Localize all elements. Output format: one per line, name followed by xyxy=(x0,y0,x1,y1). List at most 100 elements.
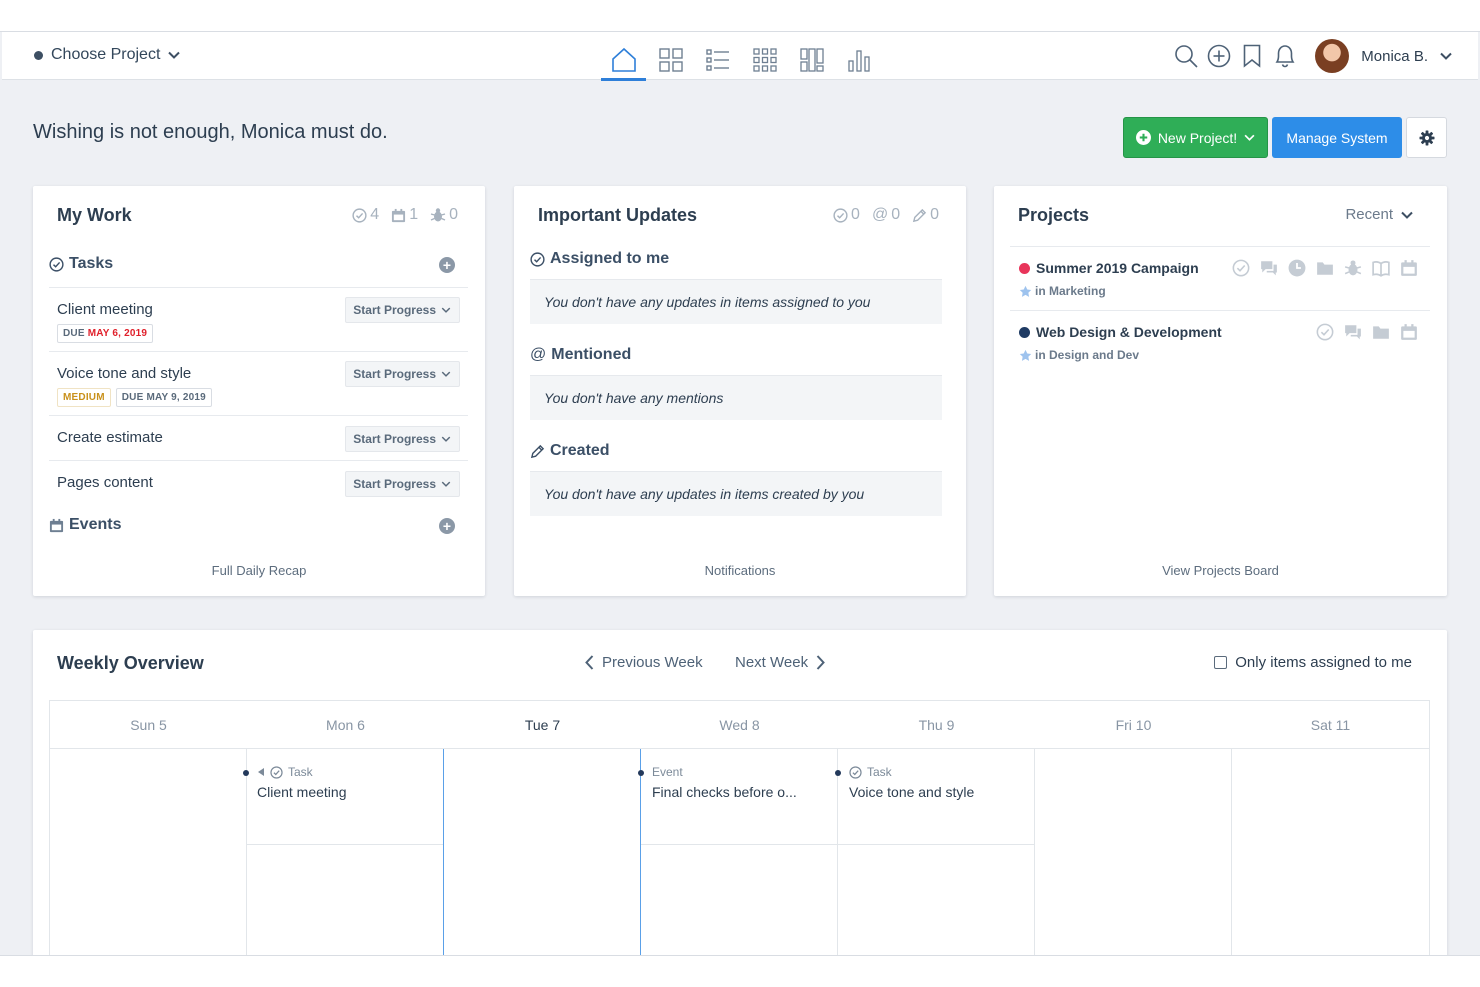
calendar-icon[interactable] xyxy=(1400,323,1418,341)
quick-add-button[interactable] xyxy=(1202,38,1235,74)
motivational-greeting: Wishing is not enough, Monica must do. xyxy=(33,121,388,143)
chevron-down-icon[interactable] xyxy=(1440,52,1452,60)
event-dot-icon xyxy=(835,770,841,776)
projects-filter-dropdown[interactable]: Recent xyxy=(1345,206,1413,223)
add-task-button[interactable]: + xyxy=(439,257,455,273)
next-week-button[interactable]: Next Week xyxy=(735,654,825,671)
new-project-button[interactable]: New Project! xyxy=(1123,117,1268,158)
start-progress-button[interactable]: Start Progress xyxy=(345,471,460,497)
calendar-item-meta: Task xyxy=(849,764,974,780)
projects-card: Projects Recent Summer 2019 Campaign in … xyxy=(994,186,1447,596)
mentions-count-value: 0 xyxy=(891,206,901,223)
manage-system-button[interactable]: Manage System xyxy=(1272,117,1402,158)
created-count[interactable]: 0 xyxy=(912,206,939,224)
chevron-down-icon xyxy=(441,307,451,313)
clock-icon[interactable] xyxy=(1288,259,1306,277)
calendar-item[interactable]: Task Voice tone and style xyxy=(835,764,974,800)
dots-grid-icon xyxy=(752,48,777,72)
project-row[interactable]: Summer 2019 Campaign in Marketing xyxy=(1010,246,1430,310)
weekly-overview-card: Weekly Overview Previous Week Next Week … xyxy=(33,630,1447,955)
folder-icon[interactable] xyxy=(1316,259,1334,277)
task-badges: MEDIUM DUE MAY 9, 2019 xyxy=(57,388,212,407)
assigned-count[interactable]: 0 xyxy=(833,206,860,224)
event-count[interactable]: 1 xyxy=(391,206,418,224)
task-name[interactable]: Client meeting xyxy=(57,301,153,318)
bug-icon[interactable] xyxy=(1344,259,1362,277)
projects-title: Projects xyxy=(1018,205,1090,225)
check-circle-icon[interactable] xyxy=(1316,323,1334,341)
updates-counters: 0 @ 0 0 xyxy=(833,206,939,224)
mentioned-section-header: @ Mentioned xyxy=(530,346,631,364)
user-name[interactable]: Monica B. xyxy=(1361,48,1428,65)
due-prefix: DUE xyxy=(63,328,85,339)
folder-icon[interactable] xyxy=(1372,323,1390,341)
day-header: Thu 9 xyxy=(918,717,955,733)
bookmark-icon xyxy=(1243,44,1261,68)
project-row[interactable]: Web Design & Development in Design and D… xyxy=(1010,310,1430,374)
mentions-count[interactable]: @ 0 xyxy=(872,206,900,224)
project-name[interactable]: Summer 2019 Campaign xyxy=(1019,260,1199,276)
calendar-item-title[interactable]: Voice tone and style xyxy=(849,784,974,800)
chat-icon[interactable] xyxy=(1260,259,1278,277)
list-icon xyxy=(705,49,729,71)
full-daily-recap-link[interactable]: Full Daily Recap xyxy=(33,563,485,578)
task-name[interactable]: Voice tone and style xyxy=(57,365,191,382)
check-circle-icon[interactable] xyxy=(1232,259,1250,277)
list-view-tab[interactable] xyxy=(694,40,741,80)
search-button[interactable] xyxy=(1169,38,1202,74)
columns-icon xyxy=(799,48,824,72)
task-row[interactable]: Create estimate Start Progress xyxy=(49,415,468,460)
home-view-tab[interactable] xyxy=(600,40,647,81)
calendar-icon xyxy=(392,208,406,222)
cell-divider xyxy=(247,844,443,845)
notifications-link[interactable]: Notifications xyxy=(514,563,966,578)
bookmarks-button[interactable] xyxy=(1235,38,1268,74)
start-progress-button[interactable]: Start Progress xyxy=(345,361,460,387)
gear-icon xyxy=(1419,130,1434,145)
kanban-view-tab[interactable] xyxy=(788,40,835,80)
chevron-down-icon xyxy=(168,51,181,59)
notifications-button[interactable] xyxy=(1268,38,1301,74)
task-count[interactable]: 4 xyxy=(352,206,379,224)
checkbox-box[interactable] xyxy=(1214,656,1228,669)
status-label: Start Progress xyxy=(353,477,436,491)
calendar-item[interactable]: Task Client meeting xyxy=(243,764,347,800)
task-row[interactable]: Client meeting DUE MAY 6, 2019 Start Pro… xyxy=(49,287,468,351)
avatar[interactable] xyxy=(1315,39,1350,73)
day-header: Fri 10 xyxy=(1115,717,1152,733)
start-progress-button[interactable]: Start Progress xyxy=(345,297,460,323)
calendar-item[interactable]: Event Final checks before o... xyxy=(638,764,797,800)
only-assigned-checkbox[interactable]: Only items assigned to me xyxy=(1214,654,1412,671)
task-row[interactable]: Pages content Start Progress xyxy=(49,460,468,505)
cards-view-tab[interactable] xyxy=(741,40,788,80)
priority-badge: MEDIUM xyxy=(57,388,111,407)
reports-view-tab[interactable] xyxy=(835,40,882,80)
star-icon xyxy=(1019,285,1032,297)
bug-count[interactable]: 0 xyxy=(430,206,458,224)
column-divider xyxy=(1231,749,1232,955)
board-view-tab[interactable] xyxy=(647,40,694,80)
bell-icon xyxy=(1275,45,1295,68)
calendar-item-type: Event xyxy=(652,765,683,779)
view-projects-board-link[interactable]: View Projects Board xyxy=(994,563,1447,578)
calendar-icon[interactable] xyxy=(1400,259,1418,277)
top-navigation-bar: Choose Project Monica B. xyxy=(2,32,1478,81)
project-quick-icons xyxy=(1316,323,1418,341)
check-circle-icon xyxy=(849,765,862,779)
chevron-left-icon xyxy=(585,655,594,670)
calendar-item-title[interactable]: Final checks before o... xyxy=(652,784,797,800)
settings-button[interactable] xyxy=(1406,117,1447,158)
new-project-label: New Project! xyxy=(1157,129,1238,146)
task-row[interactable]: Voice tone and style MEDIUM DUE MAY 9, 2… xyxy=(49,351,468,415)
project-selector[interactable]: Choose Project xyxy=(34,46,181,64)
calendar-item-title[interactable]: Client meeting xyxy=(257,784,347,800)
project-dot-icon xyxy=(34,50,43,60)
chat-icon[interactable] xyxy=(1344,323,1362,341)
start-progress-button[interactable]: Start Progress xyxy=(345,426,460,452)
add-event-button[interactable]: + xyxy=(439,518,455,534)
previous-week-button[interactable]: Previous Week xyxy=(585,654,703,671)
book-icon[interactable] xyxy=(1372,259,1390,277)
task-name[interactable]: Create estimate xyxy=(57,429,163,446)
task-name[interactable]: Pages content xyxy=(57,474,153,491)
project-name[interactable]: Web Design & Development xyxy=(1019,324,1222,340)
